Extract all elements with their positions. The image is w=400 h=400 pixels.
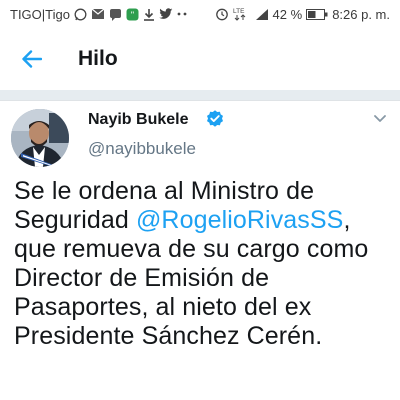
twitter-icon <box>158 8 173 20</box>
status-bar-left: TIGO|Tigo " <box>10 7 187 22</box>
battery-percent: 42 % <box>272 6 303 22</box>
whatsapp-icon <box>74 8 87 21</box>
avatar[interactable] <box>11 109 69 167</box>
clock-time: 8:26 p. m. <box>332 6 390 22</box>
download-icon <box>143 8 155 21</box>
author-handle[interactable]: @nayibbukele <box>88 139 196 159</box>
back-button[interactable] <box>14 41 50 77</box>
chat-icon <box>109 8 122 21</box>
mention-link[interactable]: @RogelioRivasSS <box>136 206 344 234</box>
page-title: Hilo <box>78 47 118 70</box>
more-dots-icon <box>177 12 187 16</box>
tweet-text: Se le ordena al Ministro de Seguridad @R… <box>14 177 396 351</box>
author-name[interactable]: Nayib Bukele <box>88 111 188 129</box>
top-app-bar: Hilo <box>0 28 400 90</box>
status-bar: TIGO|Tigo " LTE 42 % 8:26 p. m. <box>0 0 400 28</box>
arrow-left-icon <box>22 50 42 68</box>
hangouts-icon: " <box>126 8 139 21</box>
section-divider <box>0 90 400 101</box>
alarm-icon <box>215 7 229 21</box>
status-bar-right: LTE 42 % 8:26 p. m. <box>215 7 390 22</box>
mail-icon <box>91 8 105 20</box>
svg-text:": " <box>131 10 134 20</box>
carrier-label: TIGO|Tigo <box>10 6 70 22</box>
signal-icon <box>255 8 269 21</box>
verified-badge-icon <box>207 110 223 127</box>
network-label: LTE <box>233 8 245 15</box>
battery-icon <box>306 8 328 20</box>
chevron-down-icon[interactable] <box>370 111 390 127</box>
network-icon: LTE <box>233 7 251 21</box>
